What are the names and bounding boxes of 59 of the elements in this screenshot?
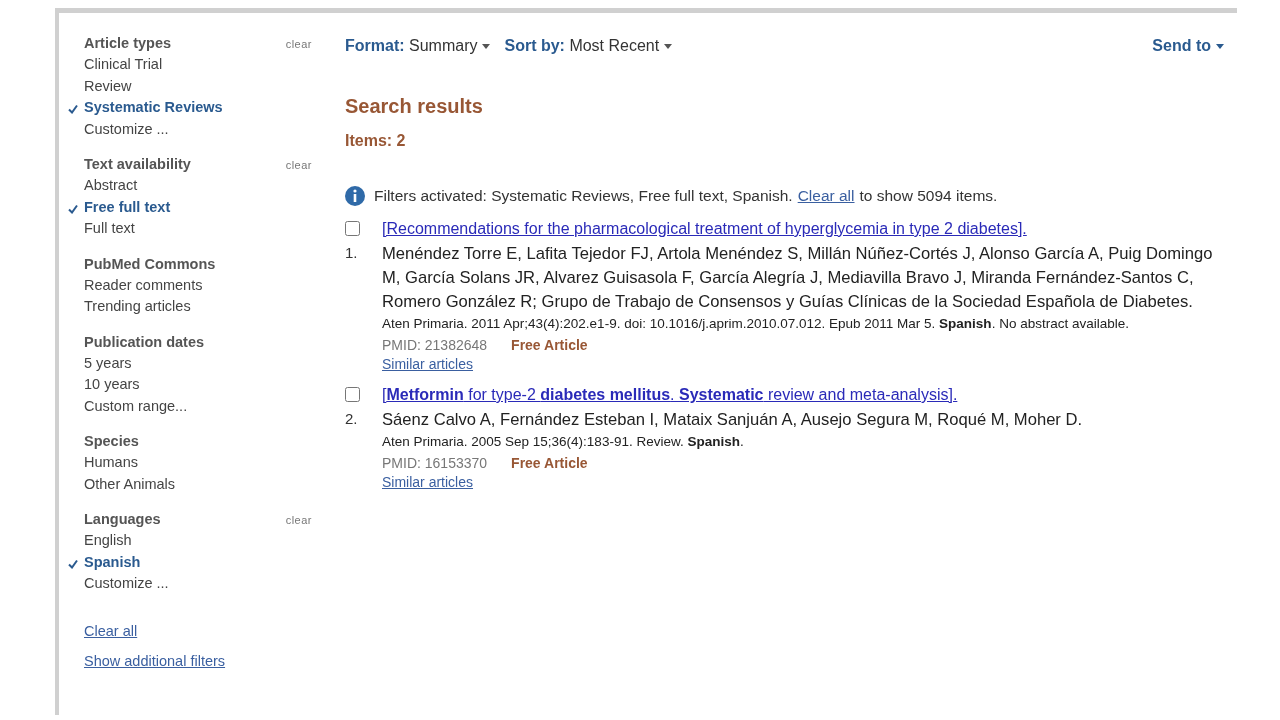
result-authors: Sáenz Calvo A, Fernández Esteban I, Mataix Sanjuán A, Ausejo Segura M, Roqué M, Moher D. bbox=[382, 409, 1083, 431]
result-citation: Aten Primaria. 2005 Sep 15;36(4):183-91. Review. Spanish. bbox=[382, 433, 744, 451]
filter-item[interactable]: Other Animals bbox=[84, 473, 176, 495]
filter-group-title: Species bbox=[84, 432, 139, 451]
result-authors: Menéndez Torre E, Lafita Tejedor FJ, Artola Menéndez S, Millán Núñez-Cortés J, Alonso García A, Puig Domingo M, García Solans JR, Alvarez Guisasola F, García Alegría J, Mediavilla Bravo J, Miranda Fernández-Santos C, Romero González R; Grupo de Trabajo de Consensos y Guías Clínicas de la Sociedad Española de Diabetes. bbox=[382, 243, 1214, 313]
filter-notice-text: Filters activated: Systematic Reviews, Free full text, Spanish. bbox=[374, 187, 793, 205]
caret-icon bbox=[664, 43, 673, 49]
send-to-dropdown[interactable]: Send to bbox=[1152, 37, 1224, 55]
result-number: 2. bbox=[345, 410, 359, 427]
filter-group-title: PubMed Commons bbox=[84, 254, 216, 274]
similar-articles-link[interactable]: Similar articles bbox=[382, 474, 473, 490]
filter-item[interactable]: Systematic Reviews bbox=[84, 97, 223, 119]
filter-item[interactable]: Abstract bbox=[84, 175, 138, 197]
free-article-label: Free Article bbox=[511, 336, 588, 355]
filter-item[interactable]: Free full text bbox=[84, 196, 171, 218]
filter-item[interactable]: 5 years bbox=[84, 352, 132, 374]
filter-item[interactable]: Clinical Trial bbox=[84, 54, 163, 76]
format-dropdown[interactable]: Format: Summary bbox=[345, 37, 491, 55]
filter-item[interactable]: Trending articles bbox=[84, 296, 191, 318]
filter-group-title: Publication dates bbox=[84, 332, 205, 352]
caret-icon bbox=[1216, 43, 1224, 49]
result-citation: Aten Primaria. 2011 Apr;43(4):202.e1-9. doi: 10.1016/j.aprim.2010.07.012. Epub 2011 Mar 5. Spanish. No abstract available. bbox=[382, 315, 1129, 333]
items-count: Items: 2 bbox=[345, 132, 407, 150]
filter-item[interactable]: Reader comments bbox=[84, 274, 203, 296]
result-checkbox[interactable] bbox=[345, 221, 360, 236]
checkmark-icon bbox=[68, 558, 78, 569]
clear-all-link[interactable]: Clear all bbox=[84, 622, 138, 639]
clear-link[interactable]: clear bbox=[285, 514, 312, 526]
filter-item[interactable]: Custom range... bbox=[84, 395, 188, 417]
clear-link[interactable]: clear bbox=[285, 159, 312, 171]
filter-item[interactable]: Customize ... bbox=[84, 118, 169, 140]
filter-group-title: Text availability bbox=[84, 155, 191, 174]
filter-item[interactable]: English bbox=[84, 530, 132, 552]
result-number: 1. bbox=[345, 244, 359, 261]
filter-item[interactable]: Full text bbox=[84, 218, 135, 240]
result-title-link[interactable]: [Metformin for type-2 diabetes mellitus. Systematic review and meta-analysis]. bbox=[382, 384, 958, 406]
pmid-text: PMID: 21382648 bbox=[382, 336, 488, 355]
clear-link[interactable]: clear bbox=[285, 38, 312, 50]
filter-notice-text: to show 5094 items. bbox=[859, 187, 998, 205]
filter-group-title: Article types bbox=[84, 34, 172, 53]
filter-item[interactable]: Review bbox=[84, 75, 132, 97]
result-title-link[interactable]: [Recommendations for the pharmacological treatment of hyperglycemia in type 2 diabetes]. bbox=[382, 218, 1027, 240]
filter-item[interactable]: Humans bbox=[84, 452, 138, 474]
filter-item[interactable]: 10 years bbox=[84, 374, 140, 396]
checkmark-icon bbox=[68, 104, 78, 114]
clear-all-link[interactable]: Clear all bbox=[797, 187, 855, 205]
checkmark-icon bbox=[68, 203, 78, 214]
filter-item[interactable]: Spanish bbox=[84, 551, 141, 573]
pmid-text: PMID: 16153370 bbox=[382, 454, 488, 473]
filter-item[interactable]: Customize ... bbox=[84, 573, 169, 595]
sort-dropdown[interactable]: Sort by: Most Recent bbox=[504, 37, 673, 55]
filter-group-title: Languages bbox=[84, 510, 161, 529]
show-additional-filters-link[interactable]: Show additional filters bbox=[84, 652, 226, 669]
result-checkbox[interactable] bbox=[345, 387, 360, 402]
free-article-label: Free Article bbox=[511, 454, 588, 473]
info-icon bbox=[345, 186, 365, 206]
caret-icon bbox=[482, 43, 491, 49]
results-heading: Search results bbox=[345, 95, 484, 118]
similar-articles-link[interactable]: Similar articles bbox=[382, 356, 473, 372]
